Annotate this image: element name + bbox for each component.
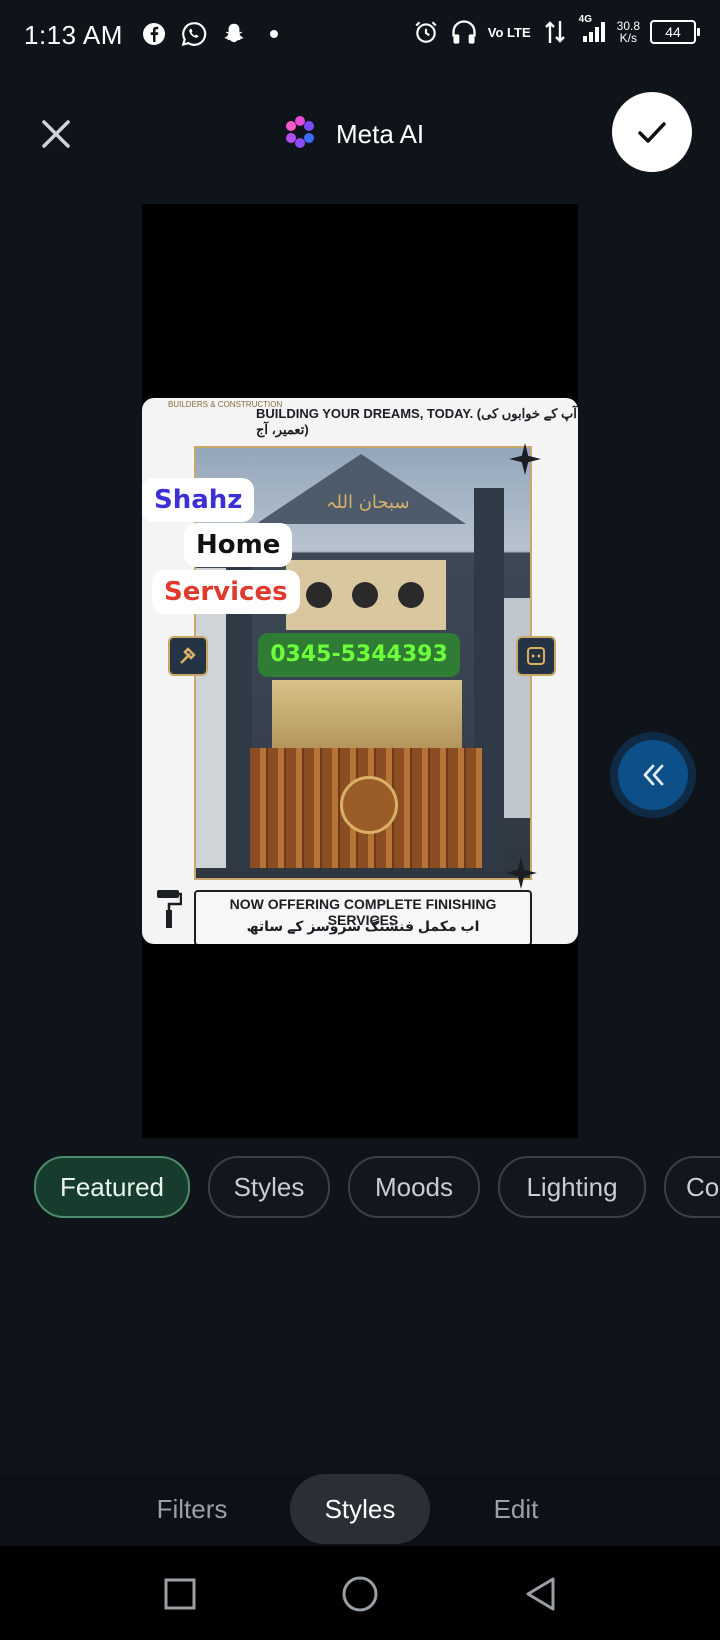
recent-apps-button[interactable]: [160, 1574, 200, 1614]
signal-icon: 4G: [579, 14, 607, 46]
status-time: 1:13 AM: [24, 20, 123, 50]
back-icon: [526, 1577, 555, 1611]
dot-icon: [260, 20, 288, 48]
snapchat-icon: [220, 20, 248, 48]
close-icon: [42, 120, 70, 148]
status-bar: 1:13 AM Vo LTE 4G 30.8 K/s 44: [0, 0, 720, 72]
wooden-gate: [250, 748, 482, 868]
double-chevron-left-icon: [643, 764, 664, 786]
style-chips: Featured Styles Moods Lighting Co: [34, 1156, 720, 1218]
confirm-button[interactable]: [612, 92, 692, 172]
net-speed-unit: K/s: [619, 31, 637, 45]
decorative-ceiling: [286, 560, 446, 630]
chip-featured[interactable]: Featured: [34, 1156, 190, 1218]
socket-icon: [516, 636, 556, 676]
top-app-bar: Meta AI: [0, 90, 720, 174]
chip-co[interactable]: Co: [664, 1156, 720, 1218]
calligraphy-text: سبحان اللہ: [326, 492, 410, 513]
status-app-icons: [140, 20, 288, 48]
data-arrows-icon: [541, 18, 569, 46]
tab-edit[interactable]: Edit: [446, 1474, 586, 1544]
sticker-phone-number[interactable]: 0345-5344393: [258, 633, 460, 677]
chip-lighting[interactable]: Lighting: [498, 1156, 646, 1218]
system-nav-bar: [0, 1546, 720, 1640]
signal-type-label: 4G: [578, 14, 592, 25]
back-button[interactable]: [520, 1574, 560, 1614]
sticker-shahz[interactable]: Shahz: [142, 478, 255, 522]
whatsapp-icon: [180, 20, 208, 48]
battery-indicator: 44: [650, 20, 700, 44]
sticker-home[interactable]: Home: [184, 523, 293, 567]
recent-apps-icon: [164, 1578, 196, 1610]
volte-label: Vo LTE: [487, 24, 531, 40]
header-title-group: Meta AI: [280, 112, 424, 157]
gate-medallion: [340, 776, 398, 834]
headphones-icon: [450, 18, 478, 46]
tab-filters[interactable]: Filters: [122, 1474, 262, 1544]
alarm-icon: [412, 18, 440, 46]
page-title: Meta AI: [336, 119, 425, 149]
poster-footer-urdu: اب مکمل فنشنگ سروسز کے ساتھ: [246, 918, 480, 934]
home-icon: [342, 1576, 378, 1612]
bottom-tabs: Filters Styles Edit: [0, 1474, 720, 1546]
home-button[interactable]: [340, 1574, 380, 1614]
house-roof: [256, 454, 466, 524]
status-right: Vo LTE 4G 30.8 K/s 44: [412, 14, 700, 46]
net-speed: 30.8 K/s: [617, 20, 640, 44]
collapse-panel-button[interactable]: [618, 740, 688, 810]
poster-footer-box: NOW OFFERING COMPLETE FINISHING SERVICES…: [194, 890, 532, 944]
tab-styles[interactable]: Styles: [290, 1474, 430, 1544]
facebook-icon: [140, 20, 168, 48]
sticker-services[interactable]: Services: [152, 570, 300, 614]
compass-icon-bottom: [505, 857, 537, 889]
check-icon: [638, 122, 666, 143]
compass-icon: [509, 443, 541, 475]
hammer-icon: [168, 636, 208, 676]
paint-roller-icon: [157, 890, 182, 928]
meta-ai-logo-icon: [280, 112, 320, 157]
chip-styles[interactable]: Styles: [208, 1156, 330, 1218]
chip-moods[interactable]: Moods: [348, 1156, 480, 1218]
poster-headline: BUILDING YOUR DREAMS, TODAY. (آپ کے خواب…: [256, 406, 577, 437]
close-button[interactable]: [36, 114, 76, 154]
